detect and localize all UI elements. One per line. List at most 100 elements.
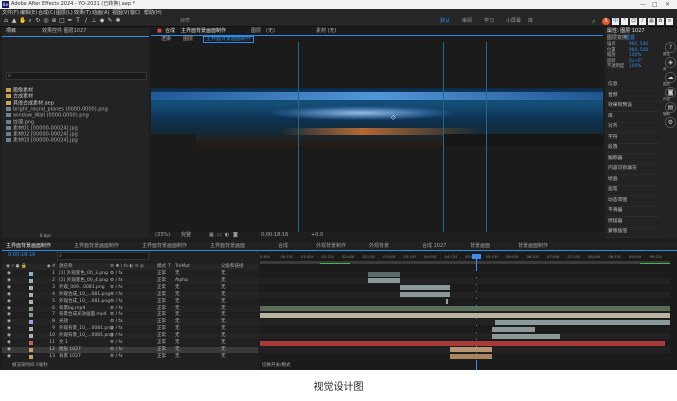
source-name-header[interactable]: 源名称 <box>59 264 73 270</box>
clone-stamp-tool-icon[interactable]: ⊥ <box>91 18 97 24</box>
workspace-tab-4[interactable]: 库 <box>528 17 533 26</box>
layer-duration-bar[interactable] <box>492 333 560 339</box>
layer-switches-icon[interactable]: ⚙ / fx <box>110 299 123 305</box>
label-color-chip[interactable] <box>29 299 33 304</box>
tab-layer-none[interactable]: (无) <box>266 28 275 35</box>
layer-duration-bar[interactable] <box>450 347 492 353</box>
layer-trkmat-dropdown[interactable]: 无 <box>175 354 180 360</box>
layer-switches-icon[interactable]: ⚙ / fx <box>110 333 123 339</box>
layer-switches-icon[interactable]: ⚙ / fx <box>110 340 123 346</box>
camera-icon[interactable]: ◙ <box>233 232 238 238</box>
visibility-icon[interactable]: ◉ <box>7 312 11 318</box>
rotate-tool-icon[interactable]: ↻ <box>35 18 41 24</box>
visibility-icon[interactable]: ◉ <box>7 319 11 325</box>
workspace-tab-1[interactable]: 审阅 <box>462 17 472 26</box>
project-item[interactable]: 素材02 [00000-00024].jpg <box>6 132 78 137</box>
visibility-icon[interactable]: ◉ <box>7 340 11 346</box>
visibility-icon[interactable]: ◉ <box>7 292 11 298</box>
zoom-dropdown[interactable]: (33%) <box>155 232 170 238</box>
layer-name[interactable]: 外观合成_10_...081.png <box>59 292 110 298</box>
layer-parent-dropdown[interactable]: 无 <box>221 271 226 277</box>
layer-trkmat-dropdown[interactable]: 无 <box>175 326 180 332</box>
prop-value[interactable]: 100% <box>629 53 641 58</box>
ime-keyboard-icon[interactable]: ▦ <box>648 18 655 25</box>
layer-parent-dropdown[interactable]: 无 <box>221 292 226 298</box>
channel-icon[interactable]: ◐ <box>225 232 229 238</box>
pan-behind-tool-icon[interactable]: ⊕ <box>51 18 57 24</box>
ime-mic-icon[interactable]: ♪ <box>639 18 646 25</box>
layer-parent-dropdown[interactable]: 无 <box>221 299 226 305</box>
effects-panel-item[interactable]: 绘画 <box>605 175 661 186</box>
table-row[interactable]: ◉ 1 [1] 外观底色_00_3.png ⚙ / fx 正常 无 无 <box>2 271 258 277</box>
comp-viewer-image[interactable]: ◇ <box>151 88 603 146</box>
layer-name[interactable]: 文 1 <box>59 340 68 346</box>
layer-trkmat-dropdown[interactable]: 无 <box>175 292 180 298</box>
layer-duration-bar[interactable] <box>260 306 670 311</box>
layer-duration-bar[interactable] <box>400 285 450 291</box>
table-row[interactable]: ◉ 11 文 1 ⚙ / fx 正常 无 无 <box>2 340 258 346</box>
type-tool-icon[interactable]: T <box>75 18 81 24</box>
tab-composition[interactable]: 合成 <box>165 28 175 35</box>
layer-mode-dropdown[interactable]: 正常 <box>157 326 166 332</box>
layer-switches-icon[interactable]: ⚙ / fx <box>110 292 123 298</box>
layer-mode-dropdown[interactable]: 正常 <box>157 347 166 353</box>
layer-name[interactable]: 背景 1027 <box>59 354 81 360</box>
timeline-tab[interactable]: 背景画面 <box>470 242 490 250</box>
table-row[interactable]: ◉ 5 外观合成_10_...081.png ⚙ / fx 正常 无 无 <box>2 298 258 305</box>
label-color-icon[interactable]: ◆ # <box>47 264 56 270</box>
layer-parent-dropdown[interactable]: 无 <box>221 354 226 360</box>
menu-item-8[interactable]: 帮助(H) <box>144 9 162 17</box>
prop-value[interactable]: 960, 540 <box>629 48 648 53</box>
comp-lock-icon[interactable]: ■ <box>157 28 162 35</box>
table-row[interactable]: ◉ 7 背景合成光效画面.mp4 ⚙ / fx 正常 无 无 <box>2 312 258 319</box>
effects-panel-item[interactable]: 动态草图 <box>605 196 661 207</box>
layer-mode-dropdown[interactable]: 正常 <box>157 319 166 325</box>
effects-panel-item[interactable]: 音频 <box>605 91 661 102</box>
layer-trkmat-dropdown[interactable]: 无 <box>175 340 180 346</box>
layer-trkmat-dropdown[interactable]: 无 <box>175 347 180 353</box>
project-item[interactable]: 图像素材 <box>6 88 33 93</box>
menu-item-0[interactable]: 文件(F) <box>2 9 19 17</box>
layer-mode-dropdown[interactable]: 正常 <box>157 306 166 312</box>
effects-panel-item[interactable]: 内容识别填充 <box>605 164 661 175</box>
label-color-chip[interactable] <box>29 292 33 297</box>
table-row[interactable]: ◉ 9 外观背景_10_...0081.png ⚙ / fx 正常 无 无 <box>2 326 258 333</box>
project-item[interactable]: 合成素材 <box>6 94 33 99</box>
table-row[interactable]: ◉ 6 背景bg.mp4 ⚙ / fx 正常 无 无 <box>2 305 258 312</box>
zoom-tool-icon[interactable]: ⌕ <box>27 18 33 24</box>
anchor-point-icon[interactable]: ◇ <box>391 114 396 121</box>
layer-duration-bar[interactable] <box>260 312 670 318</box>
visibility-icon[interactable]: ◉ <box>7 278 11 284</box>
effects-panel-item[interactable]: 对齐 <box>605 122 661 133</box>
layer-name[interactable]: 外观背景_10_...0081.png <box>59 333 113 339</box>
prop-value[interactable]: 960, 540 <box>629 42 648 47</box>
label-color-chip[interactable] <box>29 341 33 345</box>
layer-switches-icon[interactable]: ⚙ / fx <box>110 354 123 360</box>
layer-parent-dropdown[interactable]: 无 <box>221 340 226 346</box>
project-item[interactable]: bright_round_planes (0000-0000).png <box>6 106 108 112</box>
effects-panel-item[interactable]: 蒙版插值 <box>605 227 661 238</box>
effects-panel-item[interactable]: 跟踪器 <box>605 154 661 165</box>
table-row[interactable]: ◉ 13 背景 1027 ⚙ / fx 正常 无 无 <box>2 353 258 360</box>
layer-parent-dropdown[interactable]: 无 <box>221 319 226 325</box>
layer-name[interactable]: 外观背景_10_...0081.png <box>59 326 113 332</box>
timeline-tab[interactable]: 合成 1027 <box>422 242 446 250</box>
layer-mode-dropdown[interactable]: 正常 <box>157 271 166 277</box>
effects-panel-item[interactable]: 效果和预设 <box>605 101 661 112</box>
timeline-graph-area[interactable]: 0:00f 00:15f 01:00f 01:15f 02:00f 02:15f 03:00… <box>260 252 677 370</box>
visibility-icon[interactable]: ◉ <box>7 354 11 360</box>
layer-switches-icon[interactable]: ⚙ / fx <box>110 306 123 312</box>
layer-name[interactable]: 背景合成光效画面.mp4 <box>59 312 107 318</box>
camera-tool-icon[interactable]: ◎ <box>43 18 49 24</box>
selection-tool-icon[interactable]: ▲ <box>11 18 17 24</box>
gear-icon[interactable]: ⚙ <box>665 117 676 128</box>
project-item[interactable]: 纹理.png <box>6 119 34 125</box>
timeline-tab[interactable]: 外观背景制作 <box>316 242 346 250</box>
close-button[interactable]: ✕ <box>665 0 670 9</box>
effects-panel-item[interactable]: 摇摆器 <box>605 217 661 228</box>
project-item[interactable]: 素材01 [00000-00024].jpg <box>6 125 78 131</box>
effects-panel-item[interactable]: 平滑器 <box>605 206 661 217</box>
label-color-chip[interactable] <box>29 306 33 311</box>
workspace-tab-2[interactable]: 学习 <box>484 17 494 26</box>
label-color-chip[interactable] <box>29 354 33 359</box>
